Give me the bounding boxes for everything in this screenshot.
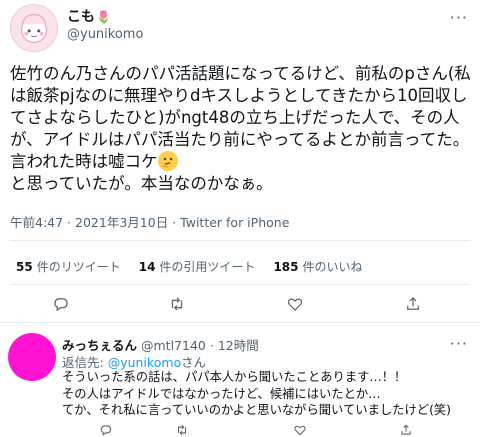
reply-avatar[interactable] (8, 333, 56, 381)
thinking-face-icon (157, 151, 178, 171)
reply-reply-icon[interactable] (96, 422, 116, 437)
tweet-date[interactable]: 2021年3月10日 (75, 215, 168, 230)
reply-icon[interactable] (48, 293, 74, 315)
like-icon[interactable] (282, 293, 308, 315)
tulip-icon: 🌷 (96, 10, 111, 24)
tweet-text: 佐竹のん乃さんのパパ活話題になってるけど、前私のpさん(私は飯茶pjなのに無理や… (10, 64, 471, 193)
reply-author-handle[interactable]: @mtl7140 (141, 338, 206, 353)
tweet-meta: 午前4:47 · 2021年3月10日 · Twitter for iPhone (10, 215, 290, 230)
retweet-icon[interactable] (164, 293, 190, 315)
author-avatar[interactable] (10, 4, 58, 52)
share-icon[interactable] (400, 293, 426, 315)
reply-author-name[interactable]: みっちぇるん (62, 338, 137, 353)
tweet-time[interactable]: 午前4:47 (10, 215, 63, 230)
reply-more-options-icon[interactable]: ··· (450, 334, 468, 353)
reply-like-icon[interactable] (290, 422, 310, 437)
divider (10, 284, 470, 285)
likes-stat[interactable]: 185 件のいいね (273, 258, 362, 275)
more-options-icon[interactable]: ··· (450, 8, 468, 27)
reply-to-mention[interactable]: @yunikomo (108, 355, 181, 370)
divider (0, 322, 480, 323)
reply-retweet-icon[interactable] (172, 422, 192, 437)
divider (10, 240, 470, 241)
reply-share-icon[interactable] (396, 422, 416, 437)
tweet-stats: 55 件のリツイート 14 件の引用ツイート 185 件のいいね (16, 258, 363, 275)
author-name[interactable]: こも🌷 (67, 6, 111, 26)
quotes-stat[interactable]: 14 件の引用ツイート (139, 258, 256, 275)
tweet-actions (0, 289, 480, 321)
reply-actions (0, 422, 480, 437)
author-handle[interactable]: @yunikomo (67, 27, 143, 42)
reply-time[interactable]: 12時間 (218, 338, 259, 353)
tweet-source[interactable]: Twitter for iPhone (180, 215, 289, 230)
avatar-illustration (20, 14, 48, 43)
reply-text: そういった系の話は、パパ本人から聞いたことあります…！！ その人はアイドルではな… (62, 370, 451, 417)
retweets-stat[interactable]: 55 件のリツイート (16, 258, 121, 275)
